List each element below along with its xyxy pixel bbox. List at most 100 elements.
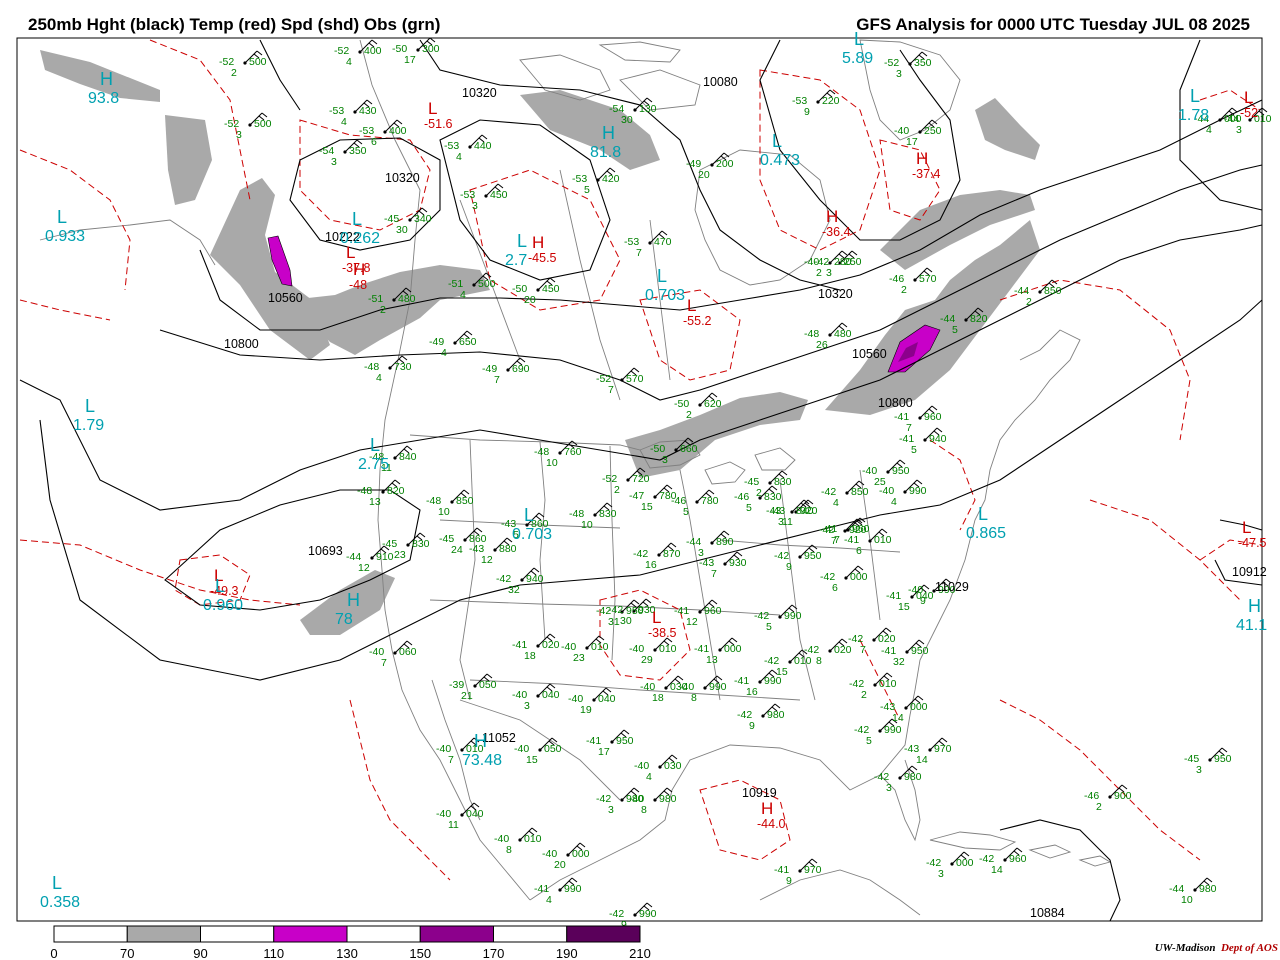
speed-center-value: 5.89 <box>842 50 873 67</box>
obs-dewpoint-depression: 12 <box>686 616 698 628</box>
obs-dewpoint-depression: 3 <box>1236 124 1242 136</box>
obs-height: 730 <box>394 361 412 373</box>
obs-dewpoint-depression: 7 <box>834 534 840 546</box>
obs-dewpoint-depression: 9 <box>804 106 810 118</box>
obs-dewpoint-depression: 24 <box>451 544 463 556</box>
obs-dewpoint-depression: 4 <box>546 894 552 906</box>
obs-dewpoint-depression: 5 <box>952 324 958 336</box>
obs-height: 780 <box>701 495 719 507</box>
obs-dewpoint-depression: 3 <box>524 700 530 712</box>
obs-dewpoint-depression: 5 <box>584 184 590 196</box>
temperature-center-letter: L <box>652 608 661 627</box>
obs-dewpoint-depression: 7 <box>860 644 866 656</box>
obs-height: 960 <box>1009 853 1027 865</box>
speed-center-value: 73.48 <box>462 752 502 769</box>
temperature-center-value: -48 <box>349 278 367 292</box>
obs-height: 000 <box>850 571 868 583</box>
obs-dewpoint-depression: 2 <box>861 689 867 701</box>
obs-dewpoint-depression: 5 <box>866 735 872 747</box>
obs-height: 880 <box>499 543 517 555</box>
obs-dewpoint-depression: 10 <box>438 506 450 518</box>
obs-dewpoint-depression: 2 <box>686 409 692 421</box>
legend-tick-label: 190 <box>556 946 578 960</box>
obs-dewpoint-depression: 19 <box>580 704 592 716</box>
obs-height: 030 <box>664 760 682 772</box>
obs-height: 900 <box>1114 790 1132 802</box>
obs-dewpoint-depression: 8 <box>641 804 647 816</box>
obs-dewpoint-depression: 15 <box>898 601 910 613</box>
speed-center-letter: L <box>1190 86 1200 106</box>
obs-height: 830 <box>412 538 430 550</box>
obs-dewpoint-depression: 3 <box>662 454 668 466</box>
speed-center-value: 41.1 <box>1236 617 1267 634</box>
obs-dewpoint-depression: 31 <box>608 616 620 628</box>
obs-height: 300 <box>422 43 440 55</box>
obs-height: 980 <box>904 771 922 783</box>
legend-bin <box>419 925 494 943</box>
speed-center-value: 1.78 <box>1178 107 1209 124</box>
temperature-center-value: -45.5 <box>528 251 557 265</box>
obs-height: 250 <box>924 125 942 137</box>
obs-height: 690 <box>512 363 530 375</box>
legend-tick-label: 70 <box>120 946 134 960</box>
obs-height: 470 <box>654 236 672 248</box>
obs-height: 500 <box>254 118 272 130</box>
obs-dewpoint-depression: 2 <box>231 67 237 79</box>
obs-height: 480 <box>398 293 416 305</box>
obs-dewpoint-depression: 20 <box>698 169 710 181</box>
temperature-center-value: -55.2 <box>683 314 712 328</box>
chart-title: 250mb Hght (black) Temp (red) Spd (shd) … <box>28 15 441 34</box>
obs-dewpoint-depression: 3 <box>826 267 832 279</box>
obs-dewpoint-depression: 6 <box>856 545 862 557</box>
obs-height: 430 <box>359 105 377 117</box>
obs-height: 420 <box>602 173 620 185</box>
obs-height: 060 <box>399 646 417 658</box>
obs-height: 350 <box>349 145 367 157</box>
obs-dewpoint-depression: 23 <box>394 549 406 561</box>
obs-height: 040 <box>466 808 484 820</box>
credit-label: UW-Madison Dept of AOS <box>1155 942 1278 954</box>
obs-dewpoint-depression: 4 <box>891 496 897 508</box>
temperature-center-letter: L <box>1244 88 1253 107</box>
height-label: 11052 <box>482 731 516 745</box>
obs-dewpoint-depression: 4 <box>441 347 447 359</box>
speed-center-value: 0.960 <box>203 597 243 614</box>
obs-dewpoint-depression: 2 <box>816 267 822 279</box>
obs-height: 650 <box>459 336 477 348</box>
obs-dewpoint-depression: 7 <box>494 374 500 386</box>
obs-dewpoint-depression: 16 <box>645 559 657 571</box>
obs-height: 990 <box>639 908 657 920</box>
obs-dewpoint-depression: 13 <box>369 496 381 508</box>
temperature-center-value: -38.5 <box>648 626 677 640</box>
obs-height: 010 <box>794 655 812 667</box>
obs-dewpoint-depression: 2 <box>901 284 907 296</box>
obs-height: 890 <box>716 536 734 548</box>
temperature-center-letter: H <box>353 260 365 279</box>
height-label: 10560 <box>268 291 303 305</box>
obs-height: 950 <box>911 645 929 657</box>
obs-height: 020 <box>542 639 560 651</box>
obs-height: 990 <box>909 485 927 497</box>
obs-dewpoint-depression: 8 <box>506 844 512 856</box>
obs-dewpoint-depression: 20 <box>524 294 536 306</box>
legend-tick-label: 0 <box>50 946 57 960</box>
speed-center-letter: L <box>657 266 667 286</box>
obs-height: 400 <box>364 45 382 57</box>
obs-height: 950 <box>892 465 910 477</box>
speed-center-value: 0.358 <box>40 894 80 911</box>
obs-dewpoint-depression: 3 <box>472 200 478 212</box>
speed-center-letter: L <box>772 131 782 151</box>
legend-tick-label: 170 <box>483 946 505 960</box>
obs-height: 830 <box>764 491 782 503</box>
obs-height: 000 <box>572 848 590 860</box>
legend-tick-label: 130 <box>336 946 358 960</box>
obs-dewpoint-depression: 32 <box>893 656 905 668</box>
obs-dewpoint-depression: 8 <box>691 692 697 704</box>
speed-center-value: 0.703 <box>645 287 685 304</box>
obs-height: 930 <box>729 557 747 569</box>
obs-height: 940 <box>526 573 544 585</box>
obs-height: 570 <box>626 373 644 385</box>
obs-height: 980 <box>626 793 644 805</box>
obs-dewpoint-depression: 5 <box>683 506 689 518</box>
obs-dewpoint-depression: 3 <box>1196 764 1202 776</box>
